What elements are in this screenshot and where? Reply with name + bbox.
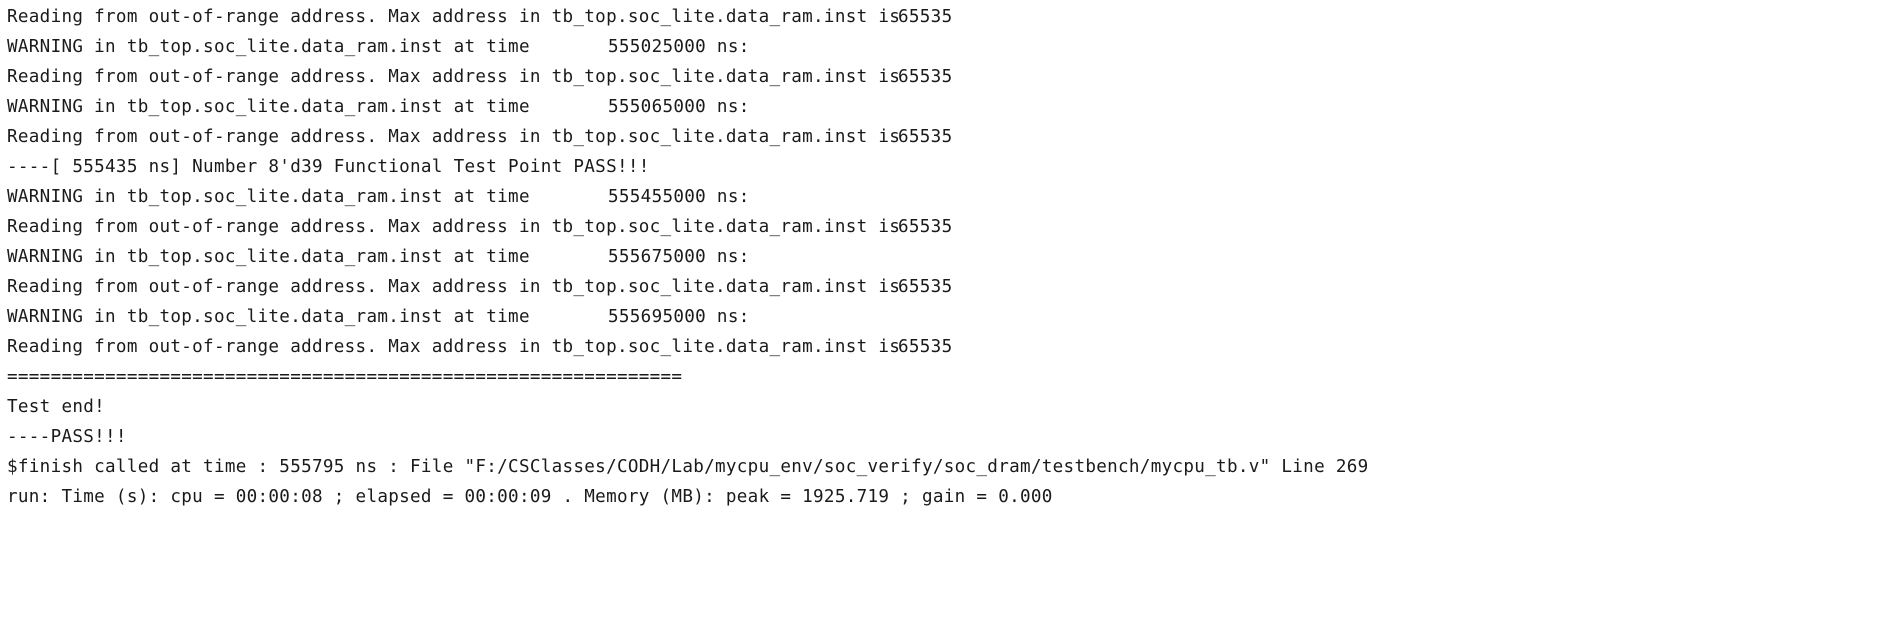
console-message: Reading from out-of-range address. Max a… bbox=[7, 217, 901, 237]
console-value: 65535 bbox=[898, 127, 953, 147]
console-line-pass: ----PASS!!! bbox=[7, 422, 1867, 452]
console-output: Reading from out-of-range address. Max a… bbox=[7, 2, 1867, 512]
console-line-run-stats: run: Time (s): cpu = 00:00:08 ; elapsed … bbox=[7, 482, 1867, 512]
console-line-test-end: Test end! bbox=[7, 392, 1867, 422]
console-message: ----PASS!!! bbox=[7, 427, 127, 447]
console-line-warning: WARNING in tb_top.soc_lite.data_ram.inst… bbox=[7, 92, 1867, 122]
console-value: 555455000 ns: bbox=[608, 187, 750, 207]
console-line-warning: WARNING in tb_top.soc_lite.data_ram.inst… bbox=[7, 32, 1867, 62]
console-line-read: Reading from out-of-range address. Max a… bbox=[7, 2, 1867, 32]
console-message: Reading from out-of-range address. Max a… bbox=[7, 7, 901, 27]
console-message: WARNING in tb_top.soc_lite.data_ram.inst… bbox=[7, 97, 530, 117]
console-line-read: Reading from out-of-range address. Max a… bbox=[7, 62, 1867, 92]
console-value: 65535 bbox=[898, 67, 953, 87]
console-line-read: Reading from out-of-range address. Max a… bbox=[7, 332, 1867, 362]
console-message: run: Time (s): cpu = 00:00:08 ; elapsed … bbox=[7, 487, 1053, 507]
console-value: 65535 bbox=[898, 217, 953, 237]
console-line-read: Reading from out-of-range address. Max a… bbox=[7, 212, 1867, 242]
console-separator: ========================================… bbox=[7, 367, 683, 387]
console-message: Reading from out-of-range address. Max a… bbox=[7, 67, 901, 87]
console-line-warning: WARNING in tb_top.soc_lite.data_ram.inst… bbox=[7, 302, 1867, 332]
console-message: Test end! bbox=[7, 397, 106, 417]
console-message: Reading from out-of-range address. Max a… bbox=[7, 277, 901, 297]
console-message: Reading from out-of-range address. Max a… bbox=[7, 127, 901, 147]
console-message: WARNING in tb_top.soc_lite.data_ram.inst… bbox=[7, 247, 530, 267]
console-value: 555695000 ns: bbox=[608, 307, 750, 327]
console-message: $finish called at time : 555795 ns : Fil… bbox=[7, 457, 1369, 477]
console-message: WARNING in tb_top.soc_lite.data_ram.inst… bbox=[7, 307, 530, 327]
console-message: WARNING in tb_top.soc_lite.data_ram.inst… bbox=[7, 37, 530, 57]
console-value: 555065000 ns: bbox=[608, 97, 750, 117]
console-value: 65535 bbox=[898, 277, 953, 297]
console-value: 65535 bbox=[898, 7, 953, 27]
console-line-test-point-pass: ----[ 555435 ns] Number 8'd39 Functional… bbox=[7, 152, 1867, 182]
console-value: 555025000 ns: bbox=[608, 37, 750, 57]
console-line-read: Reading from out-of-range address. Max a… bbox=[7, 122, 1867, 152]
console-line-read: Reading from out-of-range address. Max a… bbox=[7, 272, 1867, 302]
console-message: ----[ 555435 ns] Number 8'd39 Functional… bbox=[7, 157, 650, 177]
console-message: WARNING in tb_top.soc_lite.data_ram.inst… bbox=[7, 187, 530, 207]
console-value: 65535 bbox=[898, 337, 953, 357]
console-message: Reading from out-of-range address. Max a… bbox=[7, 337, 901, 357]
console-line-warning: WARNING in tb_top.soc_lite.data_ram.inst… bbox=[7, 242, 1867, 272]
console-line-warning: WARNING in tb_top.soc_lite.data_ram.inst… bbox=[7, 182, 1867, 212]
console-value: 555675000 ns: bbox=[608, 247, 750, 267]
console-line-finish: $finish called at time : 555795 ns : Fil… bbox=[7, 452, 1867, 482]
